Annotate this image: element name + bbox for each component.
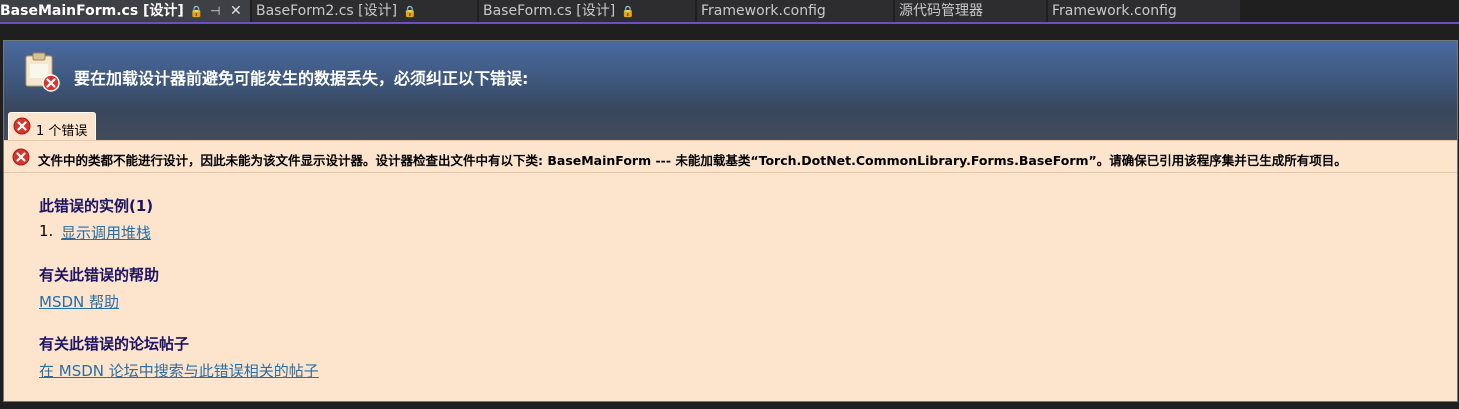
- show-call-stack-link[interactable]: 显示调用堆栈: [61, 222, 151, 243]
- tab-source-control-explorer[interactable]: 源代码管理器: [895, 0, 1046, 22]
- instances-section-title: 此错误的实例(1): [39, 197, 154, 215]
- pin-icon[interactable]: ⊣: [210, 0, 220, 22]
- error-circle-icon: [12, 148, 30, 166]
- tab-label: BaseForm2.cs [设计]: [256, 3, 398, 19]
- tab-label: 源代码管理器: [899, 3, 983, 19]
- error-count-label: 1 个错误: [36, 124, 88, 139]
- bottom-edge: [0, 402, 1459, 409]
- tab-label: Framework.config: [701, 3, 826, 19]
- forum-section-title: 有关此错误的论坛帖子: [39, 335, 190, 353]
- tab-baseform-designer[interactable]: BaseForm.cs [设计] 🔒: [479, 0, 695, 22]
- banner-title: 要在加载设计器前避免可能发生的数据丢失，必须纠正以下错误:: [74, 69, 529, 88]
- tab-basemainform-designer[interactable]: BaseMainForm.cs [设计] 🔒 ⊣ ✕: [0, 0, 250, 22]
- tab-framework-config[interactable]: Framework.config: [697, 0, 893, 22]
- document-tab-strip: BaseMainForm.cs [设计] 🔒 ⊣ ✕ BaseForm2.cs […: [0, 0, 1459, 24]
- tab-baseform2-designer[interactable]: BaseForm2.cs [设计] 🔒: [252, 0, 477, 22]
- error-banner: 要在加载设计器前避免可能发生的数据丢失，必须纠正以下错误: 1 个错误: [4, 41, 1457, 140]
- msdn-forum-search-link[interactable]: 在 MSDN 论坛中搜索与此错误相关的帖子: [39, 360, 319, 381]
- msdn-help-link[interactable]: MSDN 帮助: [39, 291, 119, 312]
- clipboard-error-icon: [25, 52, 60, 92]
- lock-icon: 🔒: [621, 5, 635, 18]
- help-section-title: 有关此错误的帮助: [39, 266, 160, 284]
- close-icon[interactable]: ✕: [230, 0, 242, 22]
- lock-icon: 🔒: [189, 5, 204, 18]
- tab-framework-config-2[interactable]: Framework.config: [1048, 0, 1240, 22]
- tab-label: Framework.config: [1052, 3, 1177, 19]
- designer-error-panel: 要在加载设计器前避免可能发生的数据丢失，必须纠正以下错误: 1 个错误 文件中的…: [3, 40, 1458, 402]
- error-message-text: 文件中的类都不能进行设计，因此未能为该文件显示设计器。设计器检查出文件中有以下类…: [38, 153, 1347, 168]
- tab-label: BaseMainForm.cs [设计]: [0, 3, 184, 19]
- lock-icon: 🔒: [403, 5, 417, 18]
- instance-number: 1.: [39, 222, 54, 240]
- designer-window: BaseMainForm.cs [设计] 🔒 ⊣ ✕ BaseForm2.cs […: [0, 0, 1459, 409]
- error-message-bar: 文件中的类都不能进行设计，因此未能为该文件显示设计器。设计器检查出文件中有以下类…: [4, 140, 1457, 173]
- error-circle-icon: [13, 117, 31, 135]
- tab-label: BaseForm.cs [设计]: [483, 3, 616, 19]
- error-count-tab[interactable]: 1 个错误: [8, 112, 96, 140]
